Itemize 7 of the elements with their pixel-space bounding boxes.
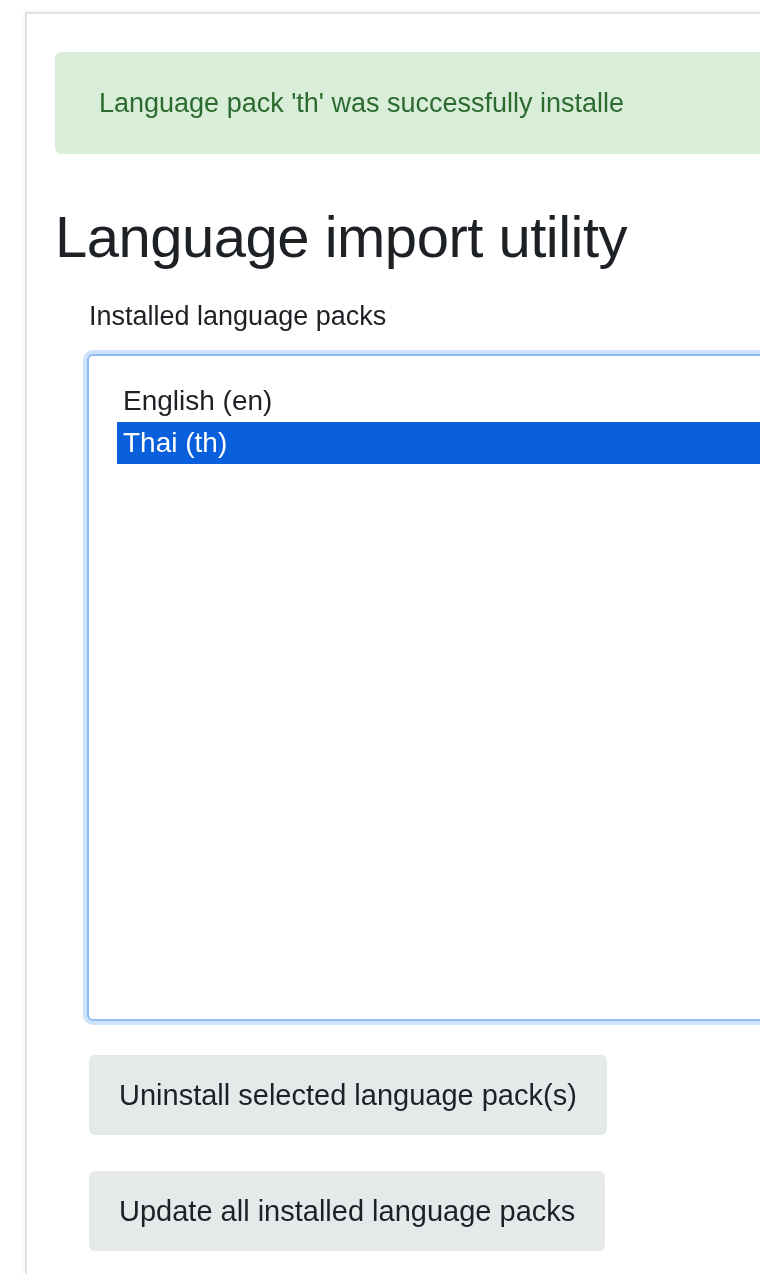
action-button[interactable]: Update all installed language packs: [89, 1171, 606, 1251]
field-label: Installed language packs: [89, 300, 388, 333]
page-heading: Language import utility: [55, 203, 629, 271]
list-option[interactable]: Thai (th): [117, 422, 760, 464]
list-option[interactable]: English (en): [117, 380, 760, 422]
alert-message: Language pack 'th' was successfully installe: [99, 87, 625, 119]
action-button[interactable]: Uninstall selected language pack(s): [89, 1055, 607, 1135]
